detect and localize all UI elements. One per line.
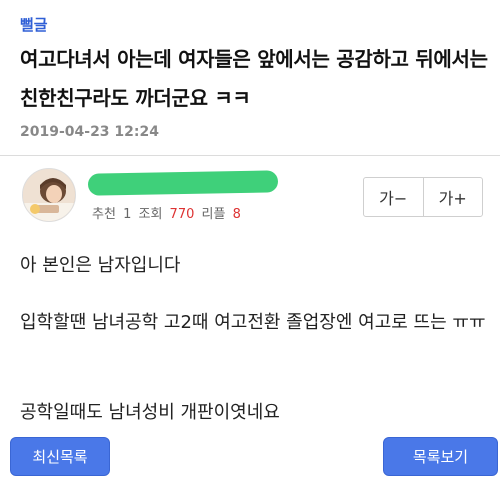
font-increase-button[interactable]: 가+: [422, 178, 483, 216]
replies-label: 리플: [201, 207, 226, 222]
views-label: 조회: [138, 207, 163, 222]
replies-count: 8: [232, 207, 241, 222]
font-size-controls: 가− 가+: [363, 177, 483, 217]
content-line-2: 입학할땐 남녀공학 고2때 여고전환 졸업장엔 여고로 뜨는 ㅠㅠ: [20, 312, 486, 333]
font-decrease-button[interactable]: 가−: [364, 178, 423, 216]
content-line-1: 아 본인은 남자입니다: [20, 255, 181, 276]
avatar[interactable]: [22, 168, 76, 222]
post-category[interactable]: 뻘글: [20, 14, 48, 35]
recommend-label: 추천: [92, 207, 116, 222]
avatar-photo-icon: [23, 169, 75, 221]
post-stats: 추천 1 조회 770 리플 8: [92, 203, 244, 222]
content-line-3: 공학일때도 남녀성비 개판이엿네요: [20, 402, 280, 423]
header-divider: [0, 155, 500, 156]
post-date: 2019-04-23 12:24: [20, 124, 159, 140]
latest-list-button[interactable]: 최신목록: [10, 437, 110, 476]
redacted-nickname: [87, 170, 279, 196]
post-title: 여고다녀서 아는데 여자들은 앞에서는 공감하고 뒤에서는 친한친구라도 까더군…: [20, 47, 488, 110]
views-count: 770: [169, 207, 195, 222]
recommend-count: 1: [123, 207, 132, 222]
view-list-button[interactable]: 목록보기: [383, 437, 498, 476]
